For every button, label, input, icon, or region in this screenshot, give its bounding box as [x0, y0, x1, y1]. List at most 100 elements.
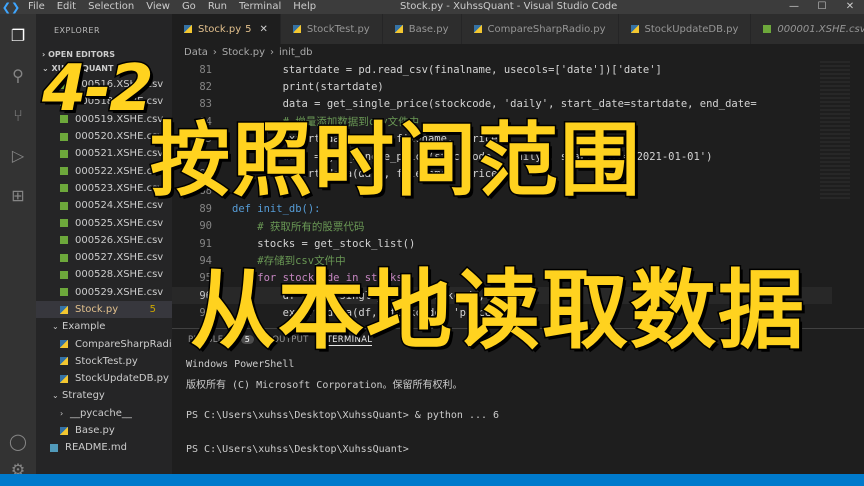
csv-file-icon [60, 132, 68, 141]
line-number: 82 [199, 81, 212, 94]
code-line: 82 print(startdate) [172, 78, 832, 95]
file-item[interactable]: 000526.XSHE.csv [36, 232, 172, 249]
minimize-icon[interactable]: — [780, 0, 808, 14]
csv-file-icon [60, 236, 68, 245]
python-file-icon [60, 374, 68, 383]
file-name: StockUpdateDB.py [75, 373, 169, 385]
folder-example[interactable]: ⌄ Example [36, 318, 172, 335]
file-item[interactable]: 000528.XSHE.csv [36, 266, 172, 283]
code-line: 81 startdate = pd.read_csv(finalname, us… [172, 61, 832, 78]
menu-file[interactable]: File [22, 0, 51, 14]
csv-file-icon [60, 270, 68, 279]
search-icon[interactable]: ⚲ [8, 66, 28, 86]
menu-run[interactable]: Run [202, 0, 233, 14]
python-file-icon [60, 305, 68, 314]
tab-comparesharpradio-py[interactable]: CompareSharpRadio.py [461, 14, 619, 44]
vscode-logo-icon: ❮❯ [1, 0, 21, 14]
close-icon[interactable]: ✕ [836, 0, 864, 14]
file-name: Base.py [75, 425, 115, 437]
file-item[interactable]: 000525.XSHE.csv [36, 214, 172, 231]
menu-help[interactable]: Help [287, 0, 322, 14]
csv-file-icon [60, 149, 68, 158]
python-file-icon [60, 340, 68, 349]
python-file-icon [292, 25, 301, 33]
folder-name: Strategy [62, 390, 105, 402]
extensions-icon[interactable]: ⊞ [8, 186, 28, 206]
python-file-icon [630, 25, 639, 33]
menu-edit[interactable]: Edit [51, 0, 82, 14]
folder-strategy[interactable]: ⌄ Strategy [36, 387, 172, 404]
file-item-stock-py[interactable]: Stock.py 5 [36, 300, 172, 319]
csv-file-icon [60, 253, 68, 262]
file-item[interactable]: README.md [36, 439, 172, 456]
breadcrumb-item[interactable]: Stock.py [222, 47, 265, 58]
window-controls: — ☐ ✕ [780, 0, 864, 14]
line-number: 81 [199, 63, 212, 76]
breadcrumb-item[interactable]: Data [184, 47, 208, 58]
folder-name: __pycache__ [70, 407, 132, 419]
chevron-down-icon: ⌄ [52, 322, 59, 332]
file-item[interactable]: 000527.XSHE.csv [36, 249, 172, 266]
file-name: 000525.XSHE.csv [75, 217, 164, 229]
minimap[interactable] [820, 61, 850, 201]
file-item[interactable]: CompareSharpRadio.py [36, 335, 172, 352]
tab-stockupdatedb-py[interactable]: StockUpdateDB.py [618, 14, 752, 44]
file-name: 000527.XSHE.csv [75, 252, 164, 264]
python-file-icon [60, 426, 68, 435]
code-text: startdate = pd.read_csv(finalname, useco… [232, 63, 662, 76]
editor-tabs: Stock.py 5 ✕ StockTest.py Base.py CompareS… [172, 14, 864, 44]
file-name: README.md [65, 442, 128, 454]
folder-pycache[interactable]: › __pycache__ [36, 405, 172, 422]
overlay-title-line2: 从本地读取数据 [189, 260, 806, 363]
menu-terminal[interactable]: Terminal [233, 0, 287, 14]
file-item[interactable]: 000529.XSHE.csv [36, 284, 172, 301]
breadcrumb: Data › Stock.py › init_db [172, 44, 864, 61]
window-title: Stock.py - XuhssQuant - Visual Studio Co… [400, 1, 618, 12]
chevron-down-icon: ⌄ [52, 391, 59, 401]
code-text: # 获取所有的股票代码 [232, 220, 365, 233]
info-file-icon [50, 443, 58, 452]
python-file-icon [473, 25, 482, 33]
terminal-line: PS C:\Users\xuhss\Desktop\XuhssQuant> & … [186, 410, 500, 421]
maximize-icon[interactable]: ☐ [808, 0, 836, 14]
run-debug-icon[interactable]: ▷ [8, 146, 28, 166]
menu-view[interactable]: View [140, 0, 176, 14]
episode-number: 4-2 [41, 51, 156, 128]
chevron-right-icon: › [60, 408, 64, 418]
tab-stock-py[interactable]: Stock.py 5 ✕ [172, 14, 281, 44]
code-text: print(startdate) [232, 81, 384, 94]
menu-selection[interactable]: Selection [82, 0, 140, 14]
csv-file-icon [60, 184, 68, 193]
source-control-icon[interactable]: ⑂ [8, 106, 28, 126]
menu-bar: File Edit Selection View Go Run Terminal… [22, 0, 322, 14]
chevron-right-icon: › [212, 47, 217, 58]
file-item[interactable]: StockTest.py [36, 353, 172, 370]
tab-label: Base.py [408, 23, 449, 35]
problem-count-badge: 5 [245, 23, 252, 35]
explorer-icon[interactable]: ❐ [8, 26, 28, 46]
tab-label: StockUpdateDB.py [644, 23, 739, 35]
tab-000001-csv[interactable]: 000001.XSHE.csv [751, 14, 864, 44]
tab-stocktest-py[interactable]: StockTest.py [280, 14, 383, 44]
file-name: CompareSharpRadio.py [75, 338, 172, 350]
line-number: 90 [199, 220, 212, 233]
terminal-output[interactable]: Windows PowerShell 版权所有 (C) Microsoft Co… [172, 351, 864, 461]
tab-label: Stock.py [198, 23, 242, 35]
tab-base-py[interactable]: Base.py [382, 14, 462, 44]
close-icon[interactable]: ✕ [260, 24, 268, 35]
explorer-header: EXPLORER [54, 26, 100, 35]
account-icon[interactable]: ◯ [8, 432, 28, 452]
file-name: StockTest.py [75, 355, 138, 367]
python-file-icon [394, 25, 403, 33]
csv-file-icon [60, 201, 68, 210]
activity-bar: ❐ ⚲ ⑂ ▷ ⊞ ◯ ⚙ [0, 14, 36, 486]
menu-go[interactable]: Go [176, 0, 202, 14]
file-name: 000528.XSHE.csv [75, 269, 164, 281]
file-item[interactable]: StockUpdateDB.py [36, 370, 172, 387]
file-item[interactable]: Base.py [36, 422, 172, 439]
breadcrumb-item[interactable]: init_db [279, 47, 313, 58]
file-name: 000529.XSHE.csv [75, 286, 164, 298]
chevron-right-icon: › [270, 47, 275, 58]
